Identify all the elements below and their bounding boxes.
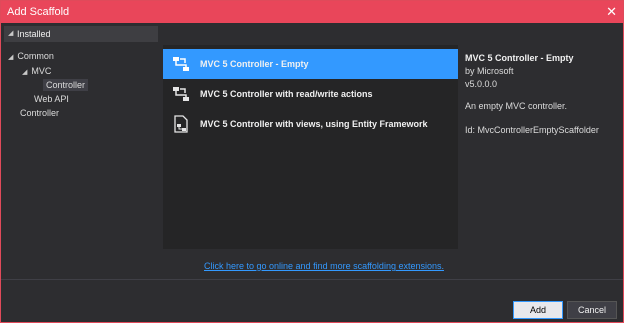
tree-item-controller[interactable]: Controller xyxy=(20,108,59,118)
online-extensions-link[interactable]: Click here to go online and find more sc… xyxy=(204,261,444,271)
add-button[interactable]: Add xyxy=(513,301,563,319)
scaffold-item-read-write[interactable]: MVC 5 Controller with read/write actions xyxy=(163,79,458,109)
tree-item-mvc[interactable]: ◢ MVC xyxy=(22,66,51,76)
controller-views-icon xyxy=(174,115,188,133)
close-icon[interactable]: ✕ xyxy=(606,4,617,20)
details-name: MVC 5 Controller - Empty xyxy=(465,53,574,63)
scaffold-list: MVC 5 Controller - Empty MVC 5 Controlle… xyxy=(163,45,458,249)
collapse-arrow-icon[interactable]: ◢ xyxy=(8,29,13,37)
controller-icon xyxy=(173,87,189,101)
scaffold-item-views-ef[interactable]: MVC 5 Controller with views, using Entit… xyxy=(163,109,458,139)
expand-arrow-icon[interactable]: ◢ xyxy=(8,54,13,61)
cancel-button[interactable]: Cancel xyxy=(567,301,617,319)
scaffold-item-empty[interactable]: MVC 5 Controller - Empty xyxy=(163,49,458,79)
details-version: v5.0.0.0 xyxy=(465,79,498,89)
title-bar: Add Scaffold ✕ xyxy=(1,1,623,23)
details-id: Id: MvcControllerEmptyScaffolder xyxy=(465,125,599,135)
details-description: An empty MVC controller. xyxy=(465,101,568,111)
details-author: by Microsoft xyxy=(465,66,514,76)
footer-divider xyxy=(1,279,623,280)
tree-item-mvc-controller[interactable]: Controller xyxy=(43,79,89,91)
details-panel: MVC 5 Controller - Empty by Microsoft v5… xyxy=(465,53,615,135)
tree-header-installed[interactable]: ◢ Installed xyxy=(4,26,158,42)
expand-arrow-icon[interactable]: ◢ xyxy=(22,69,27,76)
controller-icon xyxy=(173,57,189,71)
tree-item-web-api[interactable]: Web API xyxy=(34,94,69,104)
tree-item-common[interactable]: ◢ Common xyxy=(8,51,54,61)
window-title: Add Scaffold xyxy=(7,6,70,18)
add-scaffold-dialog: Add Scaffold ✕ ◢ Installed ◢ Common ◢ MVC … xyxy=(0,0,624,323)
